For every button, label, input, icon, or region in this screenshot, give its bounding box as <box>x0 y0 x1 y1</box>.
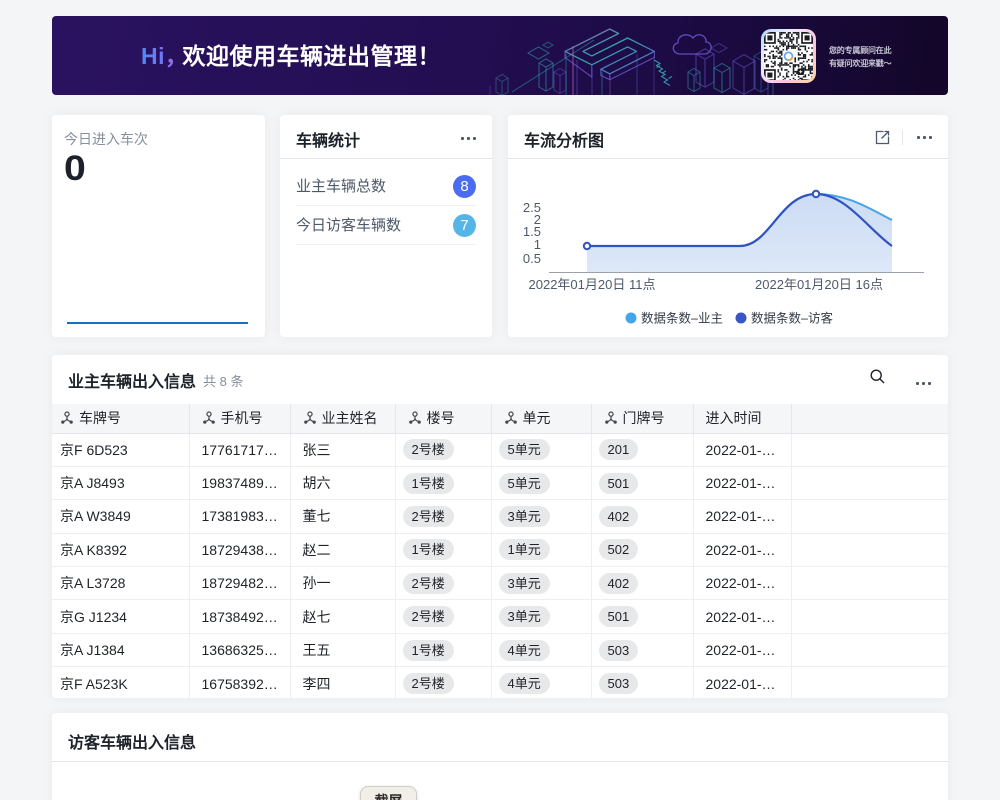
svg-text:数据条数–访客: 数据条数–访客 <box>751 311 833 326</box>
svg-text:2022年01月20日 11点: 2022年01月20日 11点 <box>529 277 656 292</box>
svg-text:数据条数–业主: 数据条数–业主 <box>641 311 723 326</box>
svg-text:2022年01月20日 16点: 2022年01月20日 16点 <box>755 277 883 292</box>
svg-text:0.5: 0.5 <box>523 251 541 266</box>
svg-text:1: 1 <box>534 237 541 252</box>
